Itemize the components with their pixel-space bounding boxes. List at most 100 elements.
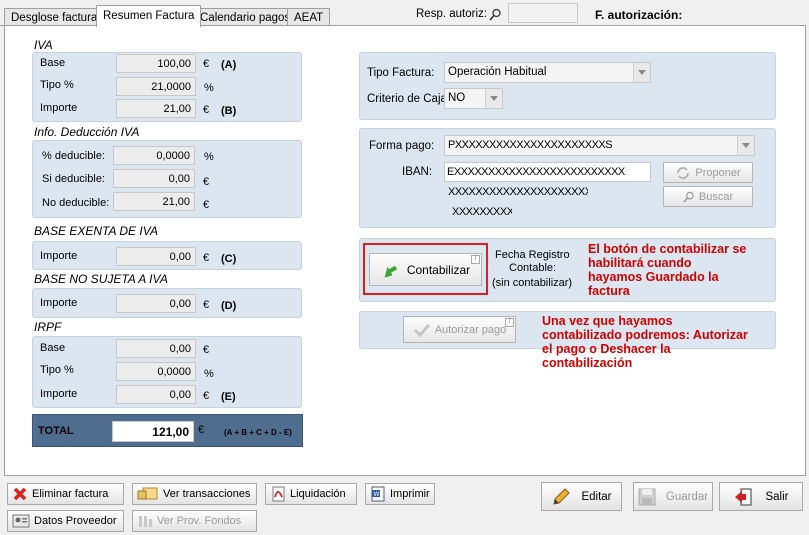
deduccion-no-label: No deducible: xyxy=(42,197,110,209)
guardar-button[interactable]: Guardar xyxy=(633,482,713,511)
tab-calendario-pagos[interactable]: Calendario pagos xyxy=(193,8,298,26)
iva-importe-label: Importe xyxy=(40,102,78,114)
iva-importe-letter: (B) xyxy=(221,105,237,117)
deduccion-pct-field[interactable]: 0,0000 xyxy=(113,146,195,165)
iban-value: EXXXXXXXXXXXXXXXXXXXXXXXXX xyxy=(447,166,625,178)
imprimir-label: Imprimir xyxy=(390,488,430,500)
datos-proveedor-button[interactable]: Datos Proveedor xyxy=(7,510,124,532)
iva-tipo-label: Tipo % xyxy=(40,79,74,91)
criterio-caja-label: Criterio de Caja: xyxy=(367,93,451,105)
no-sujeta-importe-field[interactable]: 0,00 xyxy=(116,294,196,313)
criterio-caja-select[interactable]: NO xyxy=(444,88,503,109)
autorizar-note-line: contabilizado podremos: Autorizar xyxy=(542,328,748,342)
resp-autoriz-label: Resp. autoriz: xyxy=(416,8,487,20)
buscar-label: Buscar xyxy=(698,190,734,203)
forma-pago-select[interactable]: PXXXXXXXXXXXXXXXXXXXXXXS xyxy=(444,135,755,156)
transactions-icon xyxy=(137,487,158,500)
imprimir-button[interactable]: W Imprimir xyxy=(365,483,435,505)
fecha-autorizacion-label: F. autorización: xyxy=(595,8,683,22)
contact-card-icon xyxy=(12,514,30,528)
iva-base-label: Base xyxy=(40,57,66,69)
iva-title: IVA xyxy=(34,38,53,52)
fecha-registro-line1: Fecha Registro xyxy=(495,249,570,261)
iva-base-letter: (A) xyxy=(221,59,237,71)
deduccion-si-field[interactable]: 0,00 xyxy=(113,169,195,188)
deduccion-si-unit: € xyxy=(203,176,210,188)
salir-label: Salir xyxy=(765,490,789,503)
proponer-label: Proponer xyxy=(695,166,741,179)
irpf-importe-letter: (E) xyxy=(221,391,236,403)
exenta-title: BASE EXENTA DE IVA xyxy=(34,224,159,238)
ver-prov-fondos-button[interactable]: Ver Prov. Fondos xyxy=(132,510,257,532)
fecha-registro-line2: Contable: xyxy=(509,262,557,274)
contabilizar-button[interactable]: Contabilizar T xyxy=(369,253,482,286)
total-formula: (A + B + C + D - E) xyxy=(224,428,292,437)
chevron-down-icon[interactable] xyxy=(485,89,502,108)
iban-label: IBAN: xyxy=(402,166,433,178)
irpf-tipo-field[interactable]: 0,0000 xyxy=(116,362,196,381)
contabilizar-note: El botón de contabilizar se habilitará c… xyxy=(588,242,746,298)
chevron-down-icon[interactable] xyxy=(737,136,754,155)
deduccion-no-unit: € xyxy=(203,199,210,211)
exenta-unit: € xyxy=(203,252,210,264)
forma-pago-label: Forma pago: xyxy=(369,140,435,152)
guardar-label: Guardar xyxy=(665,490,709,503)
svg-text:W: W xyxy=(374,491,380,498)
exenta-letter: (C) xyxy=(221,253,237,265)
tab-resumen-factura[interactable]: Resumen Factura xyxy=(96,5,202,27)
pencil-icon xyxy=(553,487,571,505)
tipo-factura-value: Operación Habitual xyxy=(448,66,547,78)
total-field[interactable]: 121,00 xyxy=(112,421,194,442)
tab-aeat[interactable]: AEAT xyxy=(287,8,331,26)
tipo-factura-select[interactable]: Operación Habitual xyxy=(444,62,651,83)
iva-importe-field[interactable]: 21,00 xyxy=(116,99,196,118)
liquidacion-button[interactable]: Liquidación xyxy=(265,483,357,505)
tab-desglose-factura[interactable]: Desglose factura xyxy=(4,8,105,26)
check-icon xyxy=(413,323,430,337)
autorizar-note: Una vez que hayamos contabilizado podrem… xyxy=(542,314,748,370)
liquidacion-label: Liquidación xyxy=(290,488,346,500)
contabilizar-note-line: hayamos Guardado la xyxy=(588,270,719,284)
irpf-base-field[interactable]: 0,00 xyxy=(116,339,196,358)
irpf-importe-field[interactable]: 0,00 xyxy=(116,385,196,404)
shortcut-icon: T xyxy=(471,255,480,264)
salir-button[interactable]: Salir xyxy=(719,482,803,511)
total-label: TOTAL xyxy=(38,425,74,437)
no-sujeta-unit: € xyxy=(203,299,210,311)
iva-base-field[interactable]: 100,00 xyxy=(116,54,196,73)
save-icon xyxy=(638,488,656,505)
deduccion-pct-unit: % xyxy=(204,151,214,163)
eliminar-factura-button[interactable]: Eliminar factura xyxy=(7,483,124,505)
fecha-registro-value: (sin contabilizar) xyxy=(492,277,573,289)
irpf-base-label: Base xyxy=(40,342,66,354)
autorizar-note-line: contabilización xyxy=(542,356,633,370)
tipo-factura-label: Tipo Factura: xyxy=(367,67,435,79)
funds-icon xyxy=(139,516,152,527)
irpf-importe-unit: € xyxy=(203,390,210,402)
editar-label: Editar xyxy=(581,490,612,503)
forma-pago-value: PXXXXXXXXXXXXXXXXXXXXXXS xyxy=(448,139,613,151)
datos-proveedor-label: Datos Proveedor xyxy=(34,515,117,527)
irpf-tipo-unit: % xyxy=(204,368,214,380)
iva-tipo-field[interactable]: 21,0000 xyxy=(116,77,196,96)
contabilizar-note-line: El botón de contabilizar se xyxy=(588,242,747,256)
buscar-button[interactable]: Buscar xyxy=(663,186,753,207)
ver-transacciones-button[interactable]: Ver transacciones xyxy=(132,483,257,505)
autorizar-pago-button[interactable]: Autorizar pago T xyxy=(403,316,516,343)
irpf-tipo-label: Tipo % xyxy=(40,364,74,376)
deduccion-no-field[interactable]: 21,00 xyxy=(113,192,195,211)
chevron-down-icon[interactable] xyxy=(633,63,650,82)
shortcut-icon: T xyxy=(505,318,514,327)
exenta-importe-field[interactable]: 0,00 xyxy=(116,247,196,266)
search-icon[interactable] xyxy=(489,8,502,21)
total-unit: € xyxy=(198,424,205,436)
refresh-icon xyxy=(677,166,690,179)
no-sujeta-letter: (D) xyxy=(221,300,237,312)
iban-field[interactable]: EXXXXXXXXXXXXXXXXXXXXXXXXX xyxy=(444,162,651,182)
proponer-button[interactable]: Proponer xyxy=(663,162,753,183)
editar-button[interactable]: Editar xyxy=(541,482,622,511)
resp-autoriz-field[interactable] xyxy=(508,3,578,23)
autorizar-note-line: Una vez que hayamos xyxy=(542,314,673,328)
irpf-base-unit: € xyxy=(203,344,210,356)
pdf-icon xyxy=(272,486,285,502)
